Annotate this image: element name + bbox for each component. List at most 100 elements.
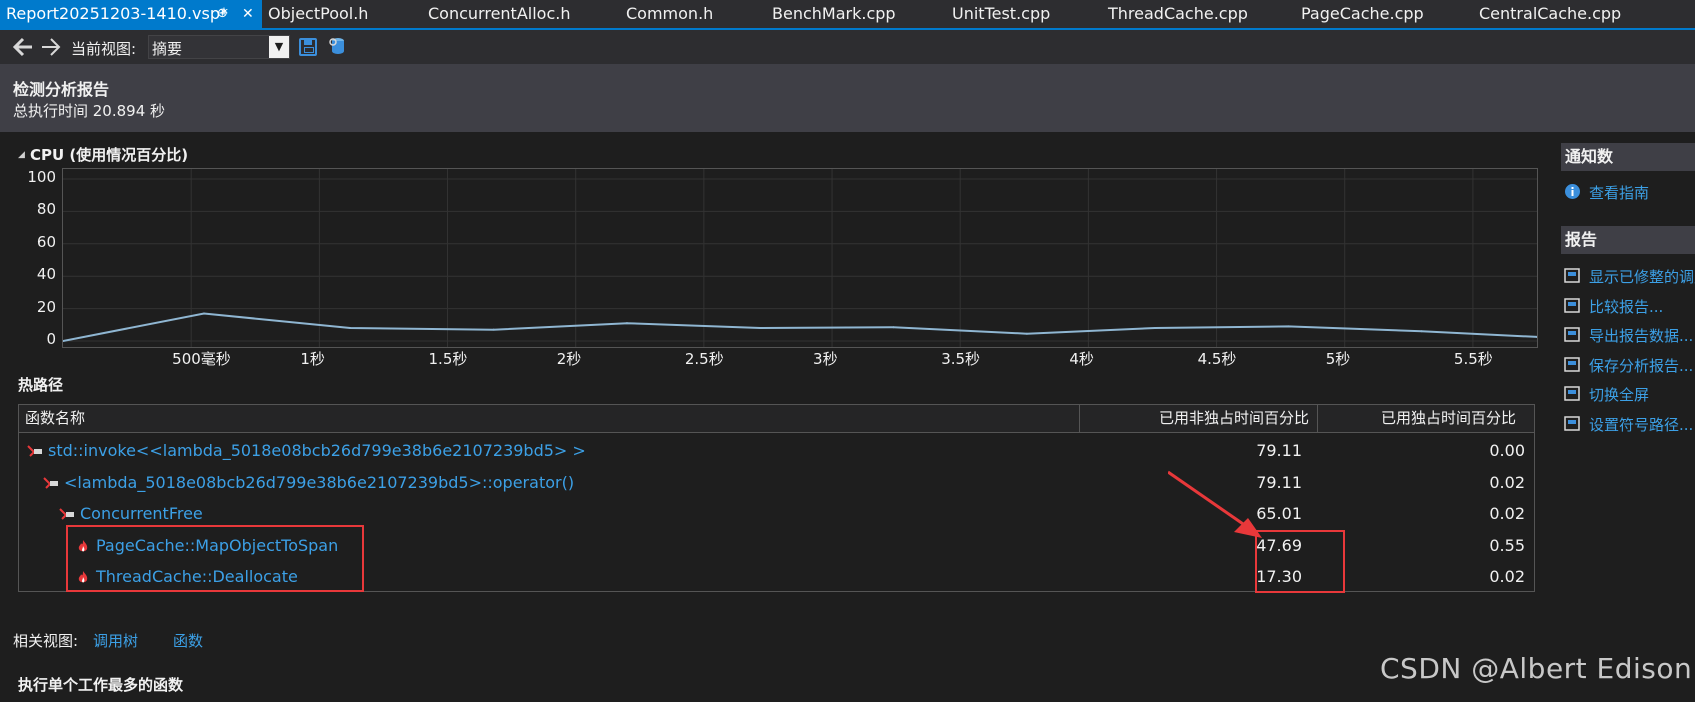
symbol-path-icon: [1564, 415, 1580, 431]
report-item-label: 保存分析报告...: [1589, 356, 1694, 375]
x-tick-label: 4.5秒: [1197, 350, 1237, 368]
compare-reports-link[interactable]: 比较报告...: [1564, 295, 1695, 317]
save-icon[interactable]: [299, 38, 317, 56]
call-path-icon: [59, 508, 74, 520]
cpu-section-title: CPU (使用情况百分比): [30, 146, 189, 164]
y-tick-label: 60: [36, 232, 56, 251]
highlight-box-values: [1255, 530, 1345, 593]
current-view-select[interactable]: 摘要 ▼: [148, 35, 290, 59]
tab-label: ConcurrentAlloc.h: [428, 4, 571, 23]
x-tick-label: 3秒: [813, 350, 838, 368]
exclusive-time-pct: 0.55: [1489, 535, 1525, 555]
cpu-usage-chart: [62, 168, 1538, 348]
show-trimmed-calls-link[interactable]: 显示已修整的调用: [1564, 265, 1695, 287]
pin-icon[interactable]: ⊕: [217, 0, 228, 28]
document-tab-bar: Report20251203-1410.vsp* ⊕ ✕ ObjectPool.…: [0, 0, 1695, 30]
column-divider[interactable]: [1079, 405, 1080, 433]
x-tick-label: 1.5秒: [428, 350, 468, 368]
close-icon[interactable]: ✕: [242, 0, 254, 28]
highlight-box-functions: [66, 525, 364, 592]
toggle-fullscreen-link[interactable]: 切换全屏: [1564, 383, 1695, 405]
top-functions-section-title: 执行单个工作最多的函数: [18, 676, 184, 694]
call-path-icon: [27, 445, 42, 457]
column-divider[interactable]: [1317, 405, 1318, 433]
exclusive-time-pct: 0.02: [1489, 472, 1525, 492]
report-title: 检测分析报告: [13, 80, 110, 99]
table-row[interactable]: <lambda_5018e08bcb26d799e38b6e2107239bd5…: [19, 467, 1534, 499]
total-execution-time: 总执行时间 20.894 秒: [13, 102, 166, 120]
fullscreen-icon: [1564, 386, 1580, 401]
column-header-inclusive-pct[interactable]: 已用非独占时间百分比: [1159, 405, 1309, 433]
report-header: 检测分析报告 总执行时间 20.894 秒: [0, 64, 1695, 132]
tab-centralcache[interactable]: CentralCache.cpp: [1479, 0, 1621, 28]
notifications-panel-header: 通知数: [1561, 143, 1695, 171]
tab-unittest[interactable]: UnitTest.cpp: [952, 0, 1050, 28]
link-call-tree[interactable]: 调用树: [93, 630, 138, 651]
y-tick-label: 40: [36, 265, 56, 284]
annotation-arrow-icon: [1168, 470, 1262, 538]
cpu-data-point: [202, 312, 205, 315]
y-tick-label: 80: [36, 200, 56, 219]
cpu-data-point: [1154, 327, 1157, 330]
cpu-data-point: [492, 328, 495, 331]
report-item-label: 比较报告...: [1589, 297, 1664, 316]
view-guide-label: 查看指南: [1589, 184, 1650, 202]
hotpath-section-title: 热路径: [18, 376, 64, 394]
report-toolbar: 当前视图: 摘要 ▼: [0, 30, 1695, 64]
tab-report-label: Report20251203-1410.vsp*: [6, 4, 229, 23]
link-functions[interactable]: 函数: [173, 630, 203, 651]
report-item-label: 设置符号路径...: [1589, 415, 1694, 434]
call-path-icon: [43, 476, 58, 489]
compare-report-icon: [1564, 297, 1580, 313]
export-report-data-link[interactable]: 导出报告数据...: [1564, 324, 1695, 346]
x-tick-label: 4秒: [1069, 350, 1094, 368]
function-name[interactable]: std::invoke<<lambda_5018e08bcb26d799e38b…: [48, 435, 586, 467]
cpu-data-point: [1420, 330, 1423, 333]
tab-pagecache[interactable]: PageCache.cpp: [1301, 0, 1424, 28]
set-symbol-path-link[interactable]: 设置符号路径...: [1564, 413, 1695, 435]
cpu-data-point: [625, 322, 628, 325]
tab-benchmark[interactable]: BenchMark.cpp: [772, 0, 896, 28]
save-analysis-report-link[interactable]: 保存分析报告...: [1564, 354, 1695, 376]
x-tick-label: 2.5秒: [684, 350, 724, 368]
tab-report[interactable]: Report20251203-1410.vsp* ⊕ ✕: [0, 0, 262, 28]
tab-common[interactable]: Common.h: [626, 0, 713, 28]
exclusive-time-pct: 0.00: [1489, 441, 1525, 460]
related-views-label: 相关视图:: [13, 632, 79, 650]
column-header-function-name[interactable]: 函数名称: [25, 405, 85, 433]
back-arrow-icon[interactable]: [12, 36, 34, 58]
export-data-icon: [1564, 327, 1580, 342]
x-tick-label: 5秒: [1325, 350, 1351, 368]
x-tick-label: 500毫秒: [172, 350, 231, 368]
cpu-usage-plot: [62, 169, 1538, 347]
cpu-data-point: [759, 327, 762, 330]
table-header: 函数名称 已用非独占时间百分比 已用独占时间百分比: [19, 405, 1534, 433]
tab-label: Common.h: [626, 4, 714, 23]
column-header-exclusive-pct[interactable]: 已用独占时间百分比: [1381, 405, 1516, 433]
save-report-icon: [1564, 356, 1580, 372]
current-view-value: 摘要: [152, 40, 183, 58]
view-guide-link[interactable]: 查看指南: [1564, 181, 1695, 203]
x-tick-label: 2秒: [556, 350, 582, 368]
report-item-label: 导出报告数据...: [1589, 327, 1694, 345]
tab-objectpool[interactable]: ObjectPool.h: [268, 0, 368, 28]
forward-arrow-icon[interactable]: [40, 36, 62, 58]
function-name[interactable]: <lambda_5018e08bcb26d799e38b6e2107239bd5…: [64, 467, 574, 499]
database-link-icon[interactable]: [328, 36, 348, 58]
tab-concurrentalloc[interactable]: ConcurrentAlloc.h: [428, 0, 570, 28]
collapse-toggle-icon[interactable]: ◢: [18, 150, 25, 160]
tab-label: BenchMark.cpp: [772, 4, 896, 23]
chevron-down-icon[interactable]: ▼: [269, 36, 289, 58]
info-icon: [1565, 184, 1580, 199]
y-tick-label: 0: [46, 330, 56, 348]
watermark-text: CSDN @Albert Edison: [1380, 652, 1693, 685]
x-tick-label: 3.5秒: [941, 350, 981, 368]
tab-threadcache[interactable]: ThreadCache.cpp: [1108, 0, 1248, 28]
table-row[interactable]: std::invoke<<lambda_5018e08bcb26d799e38b…: [19, 435, 1534, 467]
cpu-data-point: [1025, 332, 1028, 335]
report-panel-header: 报告: [1561, 226, 1695, 254]
tab-label: ThreadCache.cpp: [1108, 4, 1248, 23]
exclusive-time-pct: 0.02: [1489, 504, 1525, 523]
y-tick-label: 20: [36, 297, 56, 316]
tab-label: CentralCache.cpp: [1479, 4, 1622, 23]
